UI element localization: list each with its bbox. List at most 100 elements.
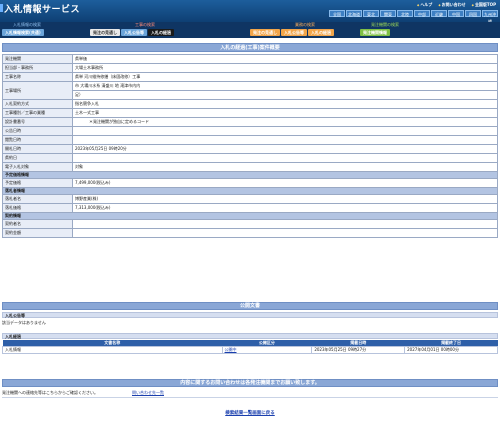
top-links: ヘルプ お問い合わせ 全国版TOP xyxy=(417,2,496,8)
table-row: 設計書番号 ＊発注機関が独自に定めるコード xyxy=(2,117,498,127)
publish-status-link[interactable]: 公開中 xyxy=(221,346,313,354)
back-to-results-container: 検索結果一覧画面に戻る xyxy=(0,410,500,416)
field-value xyxy=(72,153,498,163)
nav-construction-notice-button[interactable]: 入札公告等 xyxy=(121,29,147,36)
field-label: 入札契約方式 xyxy=(2,99,73,109)
region-tab[interactable]: 東北 xyxy=(363,10,379,17)
field-value xyxy=(72,135,498,145)
table-row: 閲覧日時 xyxy=(2,135,498,145)
subsection-row: 契約情報 xyxy=(2,212,498,220)
table-row: 工事場所市 大場川水系 清盛川 地 滝津市内内 xyxy=(2,81,498,100)
help-link[interactable]: ヘルプ xyxy=(417,2,432,8)
nav-construction-progress-button[interactable]: 入札の経過 xyxy=(148,29,174,36)
nav-group-title: 業務の検索 xyxy=(295,22,315,27)
field-value xyxy=(72,228,498,238)
subsection-row: 予定価格情報 xyxy=(2,171,498,179)
region-tab[interactable]: 中国 xyxy=(448,10,464,17)
field-value: 7,313,000(税込み) xyxy=(72,203,498,213)
field-label: 発注機関 xyxy=(2,54,73,64)
field-value: 市 大場川水系 清盛川 地 滝津市内内 xyxy=(72,81,498,91)
nav-group-search: 入札情報の検索 入札情報検索(共通) xyxy=(2,22,52,36)
table-row: 契約金額 xyxy=(2,228,498,238)
table-row: 開札日時 2023年05月25日 09時20分 xyxy=(2,144,498,154)
nav-group-service: 業務の検索 発注の見通し 入札公告等 入札の経過 xyxy=(250,22,360,36)
region-tab[interactable]: 北陸 xyxy=(397,10,413,17)
table-row: 予定価格 7,499,000(税込み) xyxy=(2,178,498,188)
section-title-public-docs: 公開文書 xyxy=(2,302,498,310)
field-label: 閲覧日時 xyxy=(2,135,73,145)
nav-agency-info-button[interactable]: 発注機関情報 xyxy=(360,29,390,36)
no-data-note: 該当データはありません xyxy=(2,320,46,325)
documents-table: 文書名称 公開区分 掲載日時 掲載終了日 入札情報 公開中 2023年05月25… xyxy=(2,340,498,354)
site-title[interactable]: 入札情報サービス xyxy=(4,2,80,15)
nav-bar: 入札情報の検索 入札情報検索(共通) 工事の検索 発注の見通し 入札公告等 入札… xyxy=(0,22,500,38)
field-label: 落札価格 xyxy=(2,203,73,213)
posted-datetime: 2023年05月25日 09時27分 xyxy=(311,346,406,354)
nav-service-notice-button[interactable]: 入札公告等 xyxy=(281,29,307,36)
table-row: 入札契約方式 指名競争入札 xyxy=(2,99,498,109)
field-value: 大場土木事務所 xyxy=(72,63,498,73)
field-label: 落札者名 xyxy=(2,194,73,204)
contact-link[interactable]: お問い合わせ xyxy=(438,2,466,8)
table-row: 県約日 xyxy=(2,153,498,163)
field-value: ＊発注機関が独自に定めるコード xyxy=(72,117,498,127)
region-tab[interactable]: 北海道 xyxy=(346,10,362,17)
national-top-link[interactable]: 全国版TOP xyxy=(472,2,496,8)
section-title-overview: 入札の経過(工事)案件概要 xyxy=(2,43,498,52)
field-label: 設計書番号 xyxy=(2,117,73,127)
header-bar: 入札情報サービス ヘルプ お問い合わせ 全国版TOP 全国 北海道 東北 関東 … xyxy=(0,0,500,24)
region-tabs: 全国 北海道 東北 関東 北陸 中部 近畿 中国 四国 九州沖縄 xyxy=(329,10,498,24)
nav-service-forecast-button[interactable]: 発注の見通し xyxy=(250,29,280,36)
field-label: 公告日時 xyxy=(2,126,73,136)
subsection-title: 契約情報 xyxy=(2,212,498,220)
field-label: 契約者名 xyxy=(2,219,73,229)
table-row: 工事種別／工事の業種 土木一式工事 xyxy=(2,108,498,118)
field-value xyxy=(72,126,498,136)
table-row: 入札情報 公開中 2023年05月25日 09時27分 2027年04月01日 … xyxy=(2,346,498,354)
table-row: 足） xyxy=(3,90,498,100)
region-tab[interactable]: 九州沖縄 xyxy=(482,10,498,24)
notice-subheading: 入札公告等 xyxy=(2,312,498,318)
field-value: 県単価 xyxy=(72,54,498,64)
field-value: 2023年05月25日 09時20分 xyxy=(72,144,498,154)
field-label: 予定価格 xyxy=(2,178,73,188)
nav-common-search-button[interactable]: 入札情報検索(共通) xyxy=(2,29,44,36)
contact-list-link[interactable]: 問い合わせ先一覧 xyxy=(132,390,164,396)
nav-group-title: 工事の検索 xyxy=(135,22,155,27)
field-value xyxy=(72,219,498,229)
nav-group-title: 発注機関の検索 xyxy=(371,22,399,27)
field-label: 工事種別／工事の業種 xyxy=(2,108,73,118)
table-row: 落札者名 博野産業(株) xyxy=(2,194,498,204)
back-to-results-link[interactable]: 検索結果一覧画面に戻る xyxy=(225,411,275,416)
nav-group-construction: 工事の検索 発注の見通し 入札公告等 入札の経過 xyxy=(90,22,200,36)
field-value: 土木一式工事 xyxy=(72,108,498,118)
region-tab[interactable]: 全国 xyxy=(329,10,345,17)
header-accent xyxy=(0,4,3,12)
field-value: 対象 xyxy=(72,162,498,172)
table-row: 電子入札対象 対象 xyxy=(2,162,498,172)
nav-construction-forecast-button[interactable]: 発注の見通し xyxy=(90,29,120,36)
field-value: 足） xyxy=(72,90,498,100)
subsection-title: 予定価格情報 xyxy=(2,171,498,179)
subsection-row: 落札者情報 xyxy=(2,187,498,195)
nav-group-agency: 発注機関の検索 発注機関情報 xyxy=(360,22,410,36)
document-name[interactable]: 入札情報 xyxy=(2,346,223,354)
region-tab[interactable]: 四国 xyxy=(465,10,481,17)
end-datetime: 2027年04月01日 00時00分 xyxy=(404,346,498,354)
region-tab[interactable]: 関東 xyxy=(380,10,396,17)
field-value: 7,499,000(税込み) xyxy=(72,178,498,188)
divider xyxy=(2,397,498,398)
field-label: 担当部・事務所 xyxy=(2,63,73,73)
contact-heading: 内容に関するお問い合わせは各発注機関までお願い致します。 xyxy=(2,379,498,387)
region-tab[interactable]: 近畿 xyxy=(431,10,447,17)
field-label: 工事名称 xyxy=(2,72,73,82)
field-label: 工事場所 xyxy=(2,81,73,100)
field-label: 開札日時 xyxy=(2,144,73,154)
table-row: 落札価格 7,313,000(税込み) xyxy=(2,203,498,213)
contact-note-text: 発注機関への連絡先等はこちらからご確認ください。 xyxy=(2,390,98,395)
table-row: 担当部・事務所 大場土木事務所 xyxy=(2,63,498,73)
field-label: 契約金額 xyxy=(2,228,73,238)
region-tab[interactable]: 中部 xyxy=(414,10,430,17)
field-value: 博野産業(株) xyxy=(72,194,498,204)
nav-service-progress-button[interactable]: 入札の経過 xyxy=(308,29,334,36)
